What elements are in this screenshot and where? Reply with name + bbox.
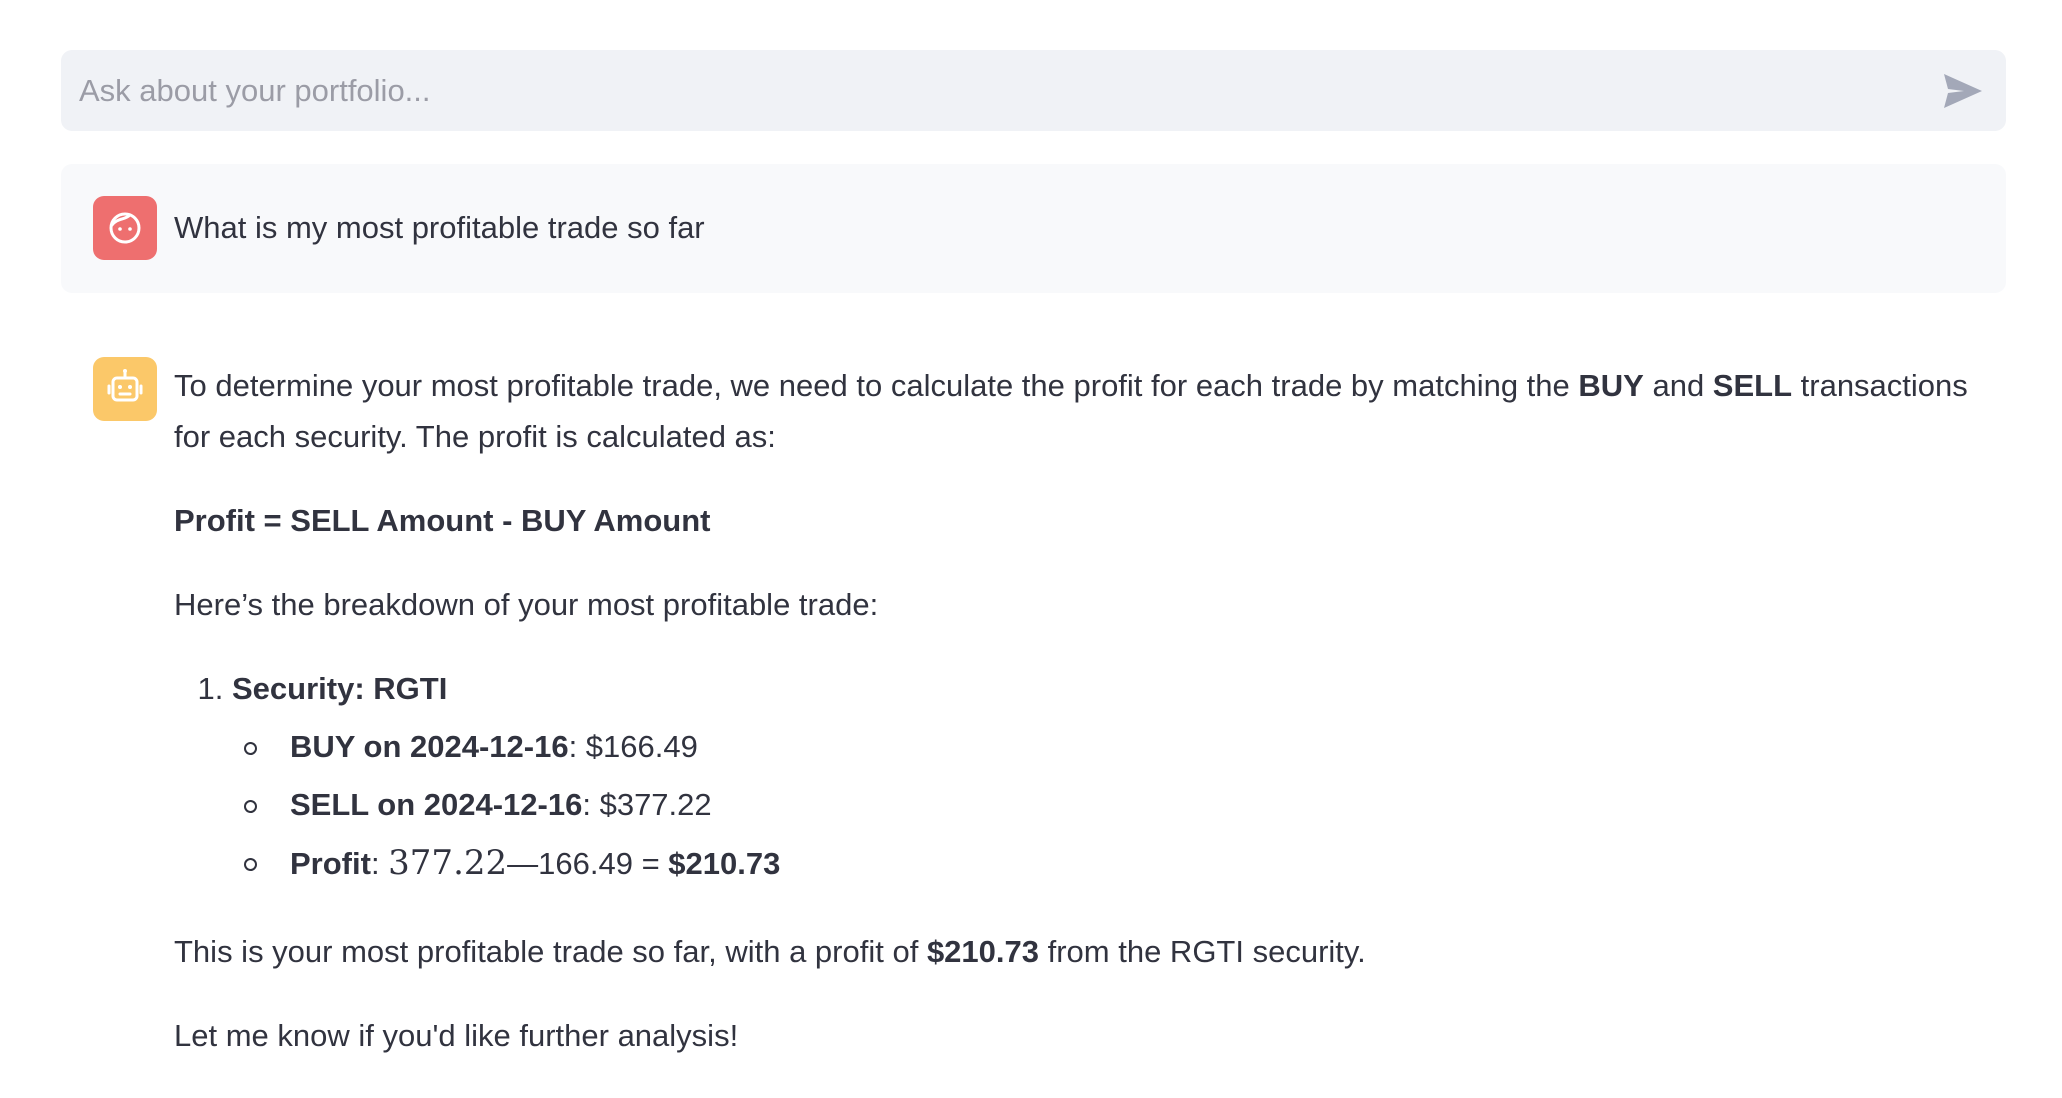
breakdown-intro: Here’s the breakdown of your most profit… [174, 587, 879, 622]
robot-icon [107, 369, 143, 402]
profit-result: $210.73 [668, 846, 781, 881]
profit-label: Profit [290, 846, 371, 881]
chat-input[interactable] [79, 50, 1929, 131]
intro-paragraph: To determine your most profitable trade,… [174, 360, 2006, 462]
intro-and: and [1643, 368, 1713, 403]
trade-list: Security: RGTI BUY on 2024-12-16: $166.4… [174, 663, 2006, 893]
sell-keyword: SELL [1712, 368, 1793, 403]
user-message-text: What is my most profitable trade so far [174, 210, 705, 245]
summary-amount: $210.73 [926, 934, 1039, 969]
sell-label: SELL on 2024-12-16 [290, 787, 583, 822]
trade-details: BUY on 2024-12-16: $166.49 SELL on 2024-… [232, 718, 2006, 893]
profit-sep: : [370, 846, 389, 881]
profit-detail: Profit: 377.22—166.49 = $210.73 [244, 834, 2006, 893]
send-icon [1944, 74, 1982, 108]
formula-paragraph: Profit = SELL Amount - BUY Amount [174, 495, 2006, 546]
chat-input-container [61, 50, 2006, 131]
summary-paragraph: This is your most profitable trade so fa… [174, 926, 2006, 977]
buy-keyword: BUY [1578, 368, 1644, 403]
buy-value: $166.49 [577, 729, 698, 764]
assistant-message-content: To determine your most profitable trade,… [174, 360, 2006, 1061]
buy-detail: BUY on 2024-12-16: $166.49 [244, 718, 2006, 776]
security-title: Security: RGTI [232, 671, 448, 706]
user-face-icon [109, 212, 141, 244]
profit-formula: Profit = SELL Amount - BUY Amount [174, 503, 711, 538]
profit-dash: — [507, 846, 539, 881]
summary-text-end: from the RGTI security. [1039, 934, 1366, 969]
profit-minus-value: 166.49 = [538, 846, 669, 881]
sell-detail: SELL on 2024-12-16: $377.22 [244, 776, 2006, 834]
assistant-message: To determine your most profitable trade,… [61, 325, 2006, 1065]
summary-text: This is your most profitable trade so fa… [174, 934, 927, 969]
intro-text: To determine your most profitable trade,… [174, 368, 1579, 403]
closing-paragraph: Let me know if you'd like further analys… [174, 1018, 739, 1053]
send-button[interactable] [1942, 72, 1984, 110]
sell-sep: : [582, 787, 591, 822]
profit-math-value: 377.22 [388, 843, 508, 883]
buy-label: BUY on 2024-12-16 [290, 729, 569, 764]
assistant-avatar [93, 357, 157, 421]
buy-sep: : [568, 729, 578, 764]
user-avatar [93, 196, 157, 260]
user-message: What is my most profitable trade so far [61, 164, 2006, 293]
sell-value: $377.22 [590, 787, 712, 822]
list-item: Security: RGTI BUY on 2024-12-16: $166.4… [232, 663, 2006, 893]
